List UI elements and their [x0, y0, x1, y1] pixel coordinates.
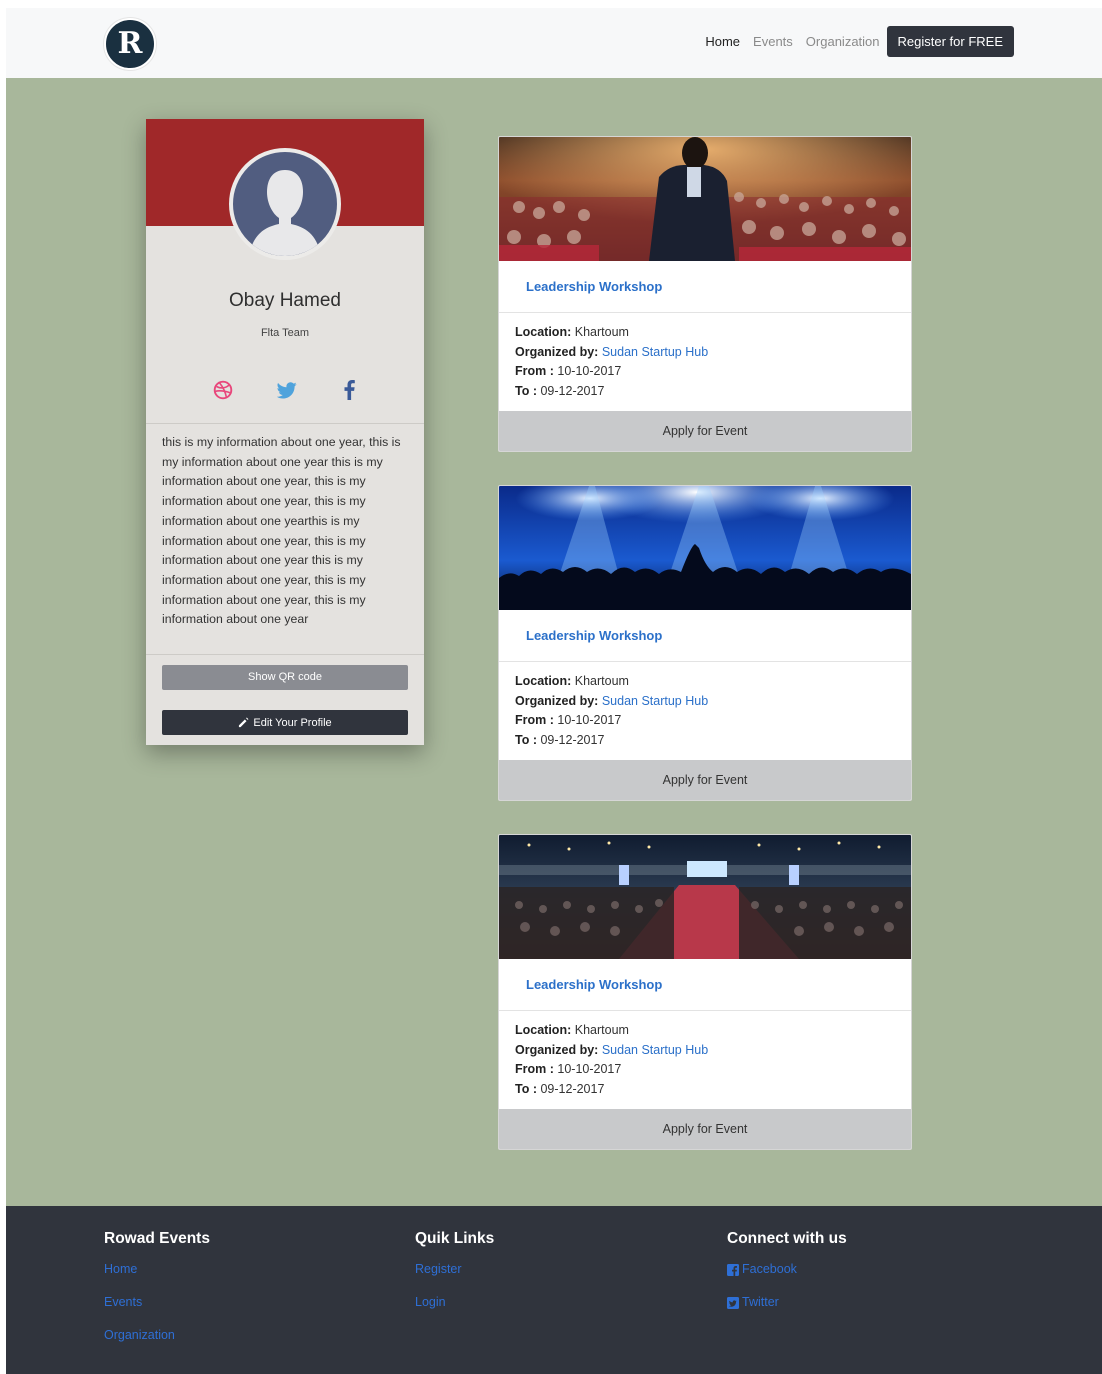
- footer-link-events[interactable]: Events: [104, 1286, 210, 1319]
- event-separator: [499, 1010, 911, 1011]
- from-label: From :: [515, 364, 554, 379]
- profile-team: Flta Team: [260, 327, 310, 339]
- profile-name: Obay Hamed: [229, 290, 341, 311]
- footer-link-organization[interactable]: Organization: [104, 1319, 210, 1352]
- event-card: Leadership Workshop Location: Khartoum O…: [498, 136, 912, 452]
- footer-twitter-label: Twitter: [742, 1295, 779, 1309]
- to-label: To :: [515, 733, 537, 748]
- edit-profile-label: Edit Your Profile: [253, 716, 332, 729]
- footer-heading: Connect with us: [727, 1230, 847, 1247]
- speaker-conference-photo: [499, 137, 911, 261]
- event-info: Location: Khartoum Organized by: Sudan S…: [515, 1021, 708, 1100]
- footer-link-register[interactable]: Register: [415, 1253, 494, 1286]
- footer-link-twitter[interactable]: Twitter: [727, 1286, 847, 1319]
- footer: Rowad Events Home Events Organization Qu…: [6, 1206, 1102, 1374]
- footer-col-quick-links: Quik Links Register Login: [415, 1230, 494, 1319]
- event-card: Leadership Workshop Location: Khartoum O…: [498, 834, 912, 1150]
- footer-heading: Rowad Events: [104, 1230, 210, 1247]
- apply-for-event-button[interactable]: Apply for Event: [499, 760, 911, 800]
- location-label: Location:: [515, 674, 572, 688]
- user-silhouette-icon: [249, 170, 321, 256]
- pencil-icon: [239, 717, 249, 728]
- event-location: Khartoum: [574, 1023, 629, 1037]
- edit-profile-button[interactable]: Edit Your Profile: [162, 710, 408, 735]
- twitter-icon[interactable]: [276, 378, 298, 402]
- to-label: To :: [515, 1082, 537, 1097]
- event-from-date: 10-10-2017: [557, 713, 622, 728]
- event-title[interactable]: Leadership Workshop: [526, 977, 662, 992]
- event-from-date: 10-10-2017: [557, 1062, 622, 1077]
- nav-links: Home Events Organization Register for FR…: [692, 26, 1014, 57]
- facebook-square-icon: [727, 1263, 739, 1276]
- organized-by-label: Organized by:: [515, 693, 599, 708]
- footer-link-home[interactable]: Home: [104, 1253, 210, 1286]
- event-separator: [499, 312, 911, 313]
- footer-col-rowad-events: Rowad Events Home Events Organization: [104, 1230, 210, 1352]
- event-location: Khartoum: [574, 674, 629, 688]
- event-card: Leadership Workshop Location: Khartoum O…: [498, 485, 912, 801]
- logo[interactable]: R: [104, 18, 156, 70]
- from-label: From :: [515, 713, 554, 728]
- event-info: Location: Khartoum Organized by: Sudan S…: [515, 323, 708, 402]
- navbar: R Home Events Organization Register for …: [6, 8, 1102, 78]
- location-label: Location:: [515, 325, 572, 339]
- footer-heading: Quik Links: [415, 1230, 495, 1247]
- register-button[interactable]: Register for FREE: [886, 26, 1014, 57]
- organizer-link[interactable]: Sudan Startup Hub: [602, 1043, 708, 1057]
- main-content: Obay Hamed Flta Team this is my informat…: [6, 78, 1102, 1206]
- profile-bio: this is my information about one year, t…: [162, 435, 401, 627]
- location-label: Location:: [515, 1023, 572, 1037]
- event-title[interactable]: Leadership Workshop: [526, 279, 662, 294]
- organizer-link[interactable]: Sudan Startup Hub: [602, 345, 708, 359]
- apply-for-event-button[interactable]: Apply for Event: [499, 1109, 911, 1149]
- concert-crowd-photo: [499, 486, 911, 610]
- facebook-icon[interactable]: [338, 378, 360, 402]
- footer-link-facebook[interactable]: Facebook: [727, 1253, 847, 1286]
- conference-hall-photo: [499, 835, 911, 959]
- event-to-date: 09-12-2017: [540, 733, 605, 748]
- organizer-link[interactable]: Sudan Startup Hub: [602, 694, 708, 708]
- nav-organization[interactable]: Organization: [806, 34, 880, 49]
- logo-letter: R: [117, 26, 143, 61]
- from-label: From :: [515, 1062, 554, 1077]
- twitter-square-icon: [727, 1296, 739, 1309]
- event-separator: [499, 661, 911, 662]
- avatar: [229, 148, 341, 260]
- event-title[interactable]: Leadership Workshop: [526, 628, 662, 643]
- profile-divider-bottom: [146, 654, 424, 655]
- organized-by-label: Organized by:: [515, 344, 599, 359]
- profile-card: Obay Hamed Flta Team this is my informat…: [146, 119, 424, 745]
- event-to-date: 09-12-2017: [540, 1082, 605, 1097]
- nav-home[interactable]: Home: [705, 34, 740, 49]
- apply-for-event-button[interactable]: Apply for Event: [499, 411, 911, 451]
- profile-divider-top: [146, 423, 424, 424]
- event-from-date: 10-10-2017: [557, 364, 622, 379]
- footer-link-login[interactable]: Login: [415, 1286, 494, 1319]
- nav-events[interactable]: Events: [753, 34, 793, 49]
- footer-facebook-label: Facebook: [742, 1262, 797, 1276]
- footer-col-connect: Connect with us Facebook Twitter: [727, 1230, 847, 1319]
- page: R Home Events Organization Register for …: [6, 8, 1102, 1374]
- to-label: To :: [515, 384, 537, 399]
- event-location: Khartoum: [574, 325, 629, 339]
- organized-by-label: Organized by:: [515, 1042, 599, 1057]
- event-info: Location: Khartoum Organized by: Sudan S…: [515, 672, 708, 751]
- dribbble-icon[interactable]: [212, 378, 234, 402]
- show-qr-code-button[interactable]: Show QR code: [162, 665, 408, 690]
- event-to-date: 09-12-2017: [540, 384, 605, 399]
